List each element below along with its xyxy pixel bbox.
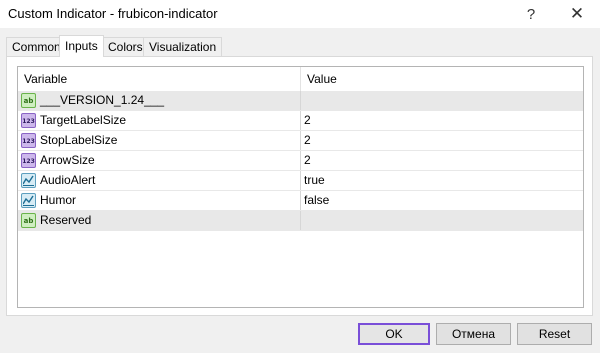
value-cell[interactable] xyxy=(301,211,583,230)
tab-common[interactable]: Common xyxy=(6,37,67,56)
reset-button[interactable]: Reset xyxy=(517,323,592,345)
help-icon[interactable]: ? xyxy=(511,0,551,28)
table-row[interactable]: Humor false xyxy=(18,191,583,211)
table-row[interactable]: 123 TargetLabelSize 2 xyxy=(18,111,583,131)
variable-name: Humor xyxy=(40,193,77,207)
column-header-value[interactable]: Value xyxy=(301,67,583,91)
value-cell[interactable]: true xyxy=(301,171,583,190)
ok-button[interactable]: OK xyxy=(358,323,430,345)
variable-name: Reserved xyxy=(40,213,92,227)
value-cell[interactable]: 2 xyxy=(301,111,583,130)
column-header-variable[interactable]: Variable xyxy=(18,67,301,91)
ab-string-icon: ab xyxy=(21,93,36,108)
variable-name: ArrowSize xyxy=(40,153,95,167)
variable-cell: ab ___VERSION_1.24___ xyxy=(18,91,301,110)
variable-cell: AudioAlert xyxy=(18,171,301,190)
inputs-panel: Variable Value ab ___VERSION_1.24___ 123… xyxy=(6,56,593,316)
tab-visualization[interactable]: Visualization xyxy=(143,37,223,56)
variable-name: StopLabelSize xyxy=(40,133,118,147)
table-row[interactable]: AudioAlert true xyxy=(18,171,583,191)
window-title: Custom Indicator - frubicon-indicator xyxy=(8,6,218,21)
variable-name: AudioAlert xyxy=(40,173,96,187)
numeric-123-icon: 123 xyxy=(21,133,36,148)
value-cell[interactable]: false xyxy=(301,191,583,210)
value-cell[interactable]: 2 xyxy=(301,131,583,150)
variable-cell: ab Reserved xyxy=(18,211,301,230)
variable-cell: 123 ArrowSize xyxy=(18,151,301,170)
variable-name: TargetLabelSize xyxy=(40,113,127,127)
table-header: Variable Value xyxy=(18,67,583,92)
close-icon[interactable]: ✕ xyxy=(557,0,597,28)
tab-colors[interactable]: Colors xyxy=(102,37,149,56)
table-row[interactable]: 123 ArrowSize 2 xyxy=(18,151,583,171)
value-cell[interactable] xyxy=(301,91,583,110)
value-cell[interactable]: 2 xyxy=(301,151,583,170)
variable-cell: 123 TargetLabelSize xyxy=(18,111,301,130)
table-row[interactable]: 123 StopLabelSize 2 xyxy=(18,131,583,151)
table-row[interactable]: ab Reserved xyxy=(18,211,583,231)
inputs-table: Variable Value ab ___VERSION_1.24___ 123… xyxy=(17,66,584,308)
numeric-123-icon: 123 xyxy=(21,113,36,128)
title-bar: Custom Indicator - frubicon-indicator ? … xyxy=(0,0,600,28)
cancel-button[interactable]: Отмена xyxy=(436,323,511,345)
chart-bool-icon xyxy=(21,193,36,208)
variable-name: ___VERSION_1.24___ xyxy=(40,93,165,107)
tab-inputs[interactable]: Inputs xyxy=(59,35,104,57)
chart-bool-icon xyxy=(21,173,36,188)
variable-cell: 123 StopLabelSize xyxy=(18,131,301,150)
variable-cell: Humor xyxy=(18,191,301,210)
ab-string-icon: ab xyxy=(21,213,36,228)
table-row[interactable]: ab ___VERSION_1.24___ xyxy=(18,91,583,111)
numeric-123-icon: 123 xyxy=(21,153,36,168)
